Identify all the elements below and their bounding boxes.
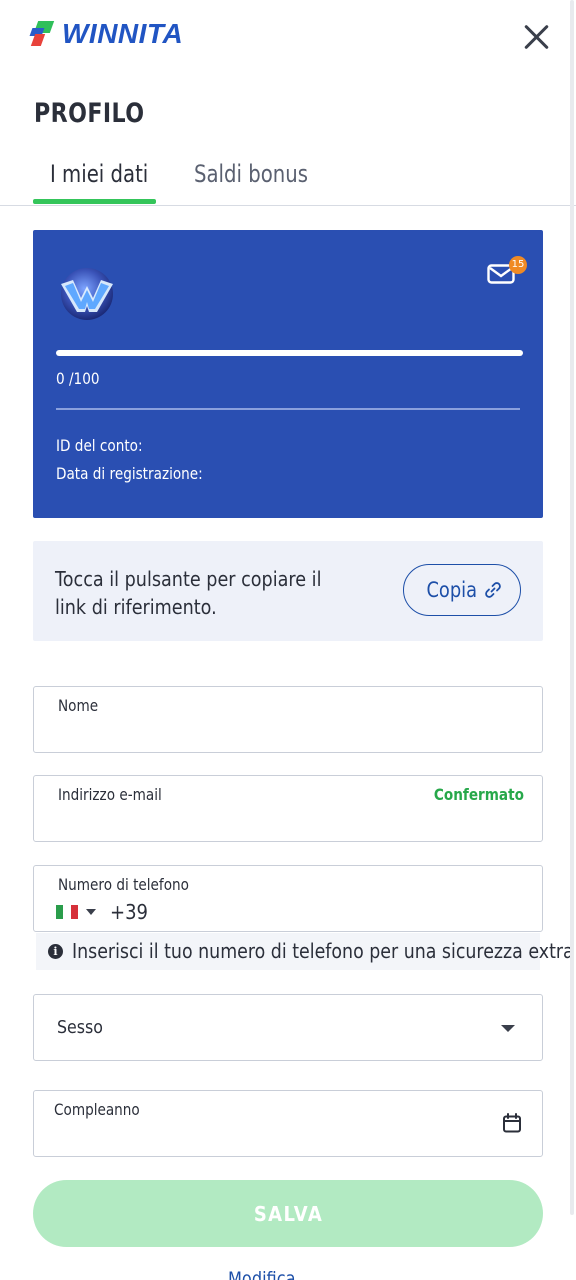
- page-title: PROFILO: [34, 98, 145, 129]
- copy-button-label: Copia: [426, 578, 478, 602]
- referral-box: Tocca il pulsante per copiare il link di…: [33, 541, 543, 641]
- chevron-down-icon: [501, 1025, 515, 1032]
- email-confirmed-status: Confermato: [433, 785, 524, 804]
- name-input[interactable]: [58, 721, 518, 747]
- account-id-label: ID del conto:: [56, 436, 143, 455]
- logo-mark-icon: [29, 19, 56, 49]
- phone-field-label: Numero di telefono: [58, 875, 189, 894]
- email-field[interactable]: Indirizzo e-mail Confermato: [33, 775, 543, 842]
- email-input[interactable]: [58, 810, 518, 836]
- winnita-level-badge-icon: [61, 268, 113, 320]
- save-button[interactable]: SALVA: [33, 1180, 543, 1247]
- dial-code: +39: [110, 900, 148, 924]
- gender-select[interactable]: Sesso: [33, 994, 543, 1061]
- tab-bonus-balances[interactable]: Saldi bonus: [194, 160, 308, 188]
- link-icon: [484, 582, 501, 598]
- close-icon[interactable]: [522, 22, 552, 52]
- copy-link-button[interactable]: Copia: [403, 564, 521, 616]
- info-icon: i: [48, 944, 63, 959]
- registration-date-label: Data di registrazione:: [56, 464, 203, 483]
- email-field-label: Indirizzo e-mail: [58, 785, 162, 804]
- referral-text: Tocca il pulsante per copiare il link di…: [55, 567, 322, 619]
- name-field[interactable]: Nome: [33, 686, 543, 753]
- country-dropdown-caret-icon[interactable]: [86, 909, 96, 915]
- tab-my-data[interactable]: I miei dati: [50, 160, 148, 188]
- level-progress-text: 0 /100: [56, 369, 100, 388]
- edit-link[interactable]: Modifica: [228, 1268, 296, 1280]
- logo-text: WINNITA: [62, 18, 184, 49]
- phone-input-row: +39: [56, 900, 152, 924]
- phone-hint: i Inserisci il tuo numero di telefono pe…: [36, 933, 574, 970]
- calendar-icon[interactable]: [502, 1113, 522, 1133]
- italy-flag-icon[interactable]: [56, 905, 78, 919]
- gender-select-label: Sesso: [57, 1017, 104, 1038]
- phone-field[interactable]: Numero di telefono +39: [33, 865, 543, 932]
- unread-count-badge: 15: [509, 256, 527, 274]
- active-tab-indicator: [33, 199, 156, 204]
- birthday-field[interactable]: Compleanno: [33, 1090, 543, 1157]
- header: WINNITA: [0, 0, 576, 80]
- scrollbar[interactable]: [570, 0, 574, 1215]
- save-button-label: SALVA: [253, 1201, 323, 1226]
- winnita-logo[interactable]: WINNITA: [29, 18, 184, 50]
- birthday-field-label: Compleanno: [54, 1100, 140, 1119]
- phone-hint-text: Inserisci il tuo numero di telefono per …: [72, 939, 574, 963]
- profile-card: 15 0 /100 ID del conto: Data di registra…: [33, 230, 543, 518]
- level-progress-bar: [56, 350, 523, 356]
- name-field-label: Nome: [58, 696, 99, 715]
- tab-bar: I miei dati Saldi bonus: [0, 156, 576, 206]
- card-divider: [56, 408, 520, 410]
